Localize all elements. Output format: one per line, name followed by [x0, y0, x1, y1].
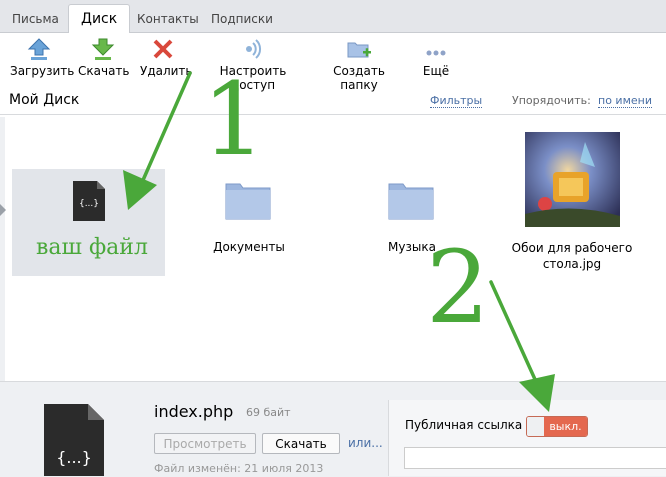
toolbar: Загрузить Скачать Удалить Настроить дост… [0, 33, 666, 92]
tab-subscriptions[interactable]: Подписки [211, 12, 273, 26]
upload-icon [27, 38, 51, 60]
expand-arrow-icon[interactable] [0, 204, 6, 216]
delete-label: Удалить [140, 64, 193, 78]
file-name-wallpaper[interactable]: Обои для рабочего стола.jpg [497, 240, 647, 272]
modified-date: Файл изменён: 21 июля 2013 [154, 462, 324, 475]
annotation-step-1: 1 [202, 61, 266, 178]
detail-file-name: index.php [154, 402, 234, 421]
disk-header: Мой Диск Фильтры Упорядочить: по имени [0, 88, 666, 115]
annotation-your-file: ваш файл [36, 235, 148, 260]
toggle-off-label: выкл. [544, 417, 587, 436]
upload-button[interactable]: Загрузить [10, 37, 74, 78]
preview-button[interactable]: Просмотреть [154, 433, 256, 454]
page-title: Мой Диск [9, 92, 80, 108]
tab-disk[interactable]: Диск [68, 4, 131, 33]
create-folder-button[interactable]: Создать папку [316, 37, 402, 92]
delete-button[interactable]: Удалить [140, 37, 193, 78]
more-button[interactable]: Ещё [421, 37, 451, 78]
more-dots-icon [426, 50, 446, 56]
tab-contacts[interactable]: Контакты [137, 12, 199, 26]
public-link-field[interactable] [404, 447, 666, 469]
toggle-knob [527, 417, 545, 436]
detail-file-size: 69 байт [246, 406, 291, 419]
file-name-documents[interactable]: Документы [174, 240, 324, 254]
new-folder-icon [347, 42, 371, 58]
delete-icon [153, 39, 173, 59]
sort-label: Упорядочить: [512, 94, 591, 107]
download-icon [91, 38, 115, 60]
tab-bar: Письма Диск Контакты Подписки [0, 0, 666, 33]
download-label: Скачать [78, 64, 130, 78]
code-file-glyph: {...} [78, 199, 100, 209]
public-link-toggle[interactable]: выкл. [526, 416, 588, 437]
wallpaper-thumbnail[interactable] [525, 132, 620, 227]
annotation-arrow-2 [489, 280, 540, 388]
more-actions-link[interactable]: или... [348, 436, 383, 450]
public-link-label: Публичная ссылка [405, 418, 523, 432]
folder-icon-documents[interactable] [225, 180, 271, 220]
code-file-large-glyph: {...} [56, 448, 92, 467]
detail-download-button[interactable]: Скачать [262, 433, 340, 454]
sort-by-name-link[interactable]: по имени [598, 94, 652, 108]
broadcast-icon [246, 39, 262, 59]
annotation-step-2: 2 [426, 229, 490, 346]
upload-label: Загрузить [10, 64, 75, 78]
folder-icon-music[interactable] [388, 180, 434, 220]
sidebar-collapse-strip[interactable] [0, 117, 5, 382]
download-button[interactable]: Скачать [78, 37, 130, 78]
tab-mail[interactable]: Письма [12, 12, 59, 26]
more-label: Ещё [422, 64, 450, 78]
filters-link[interactable]: Фильтры [430, 94, 483, 108]
